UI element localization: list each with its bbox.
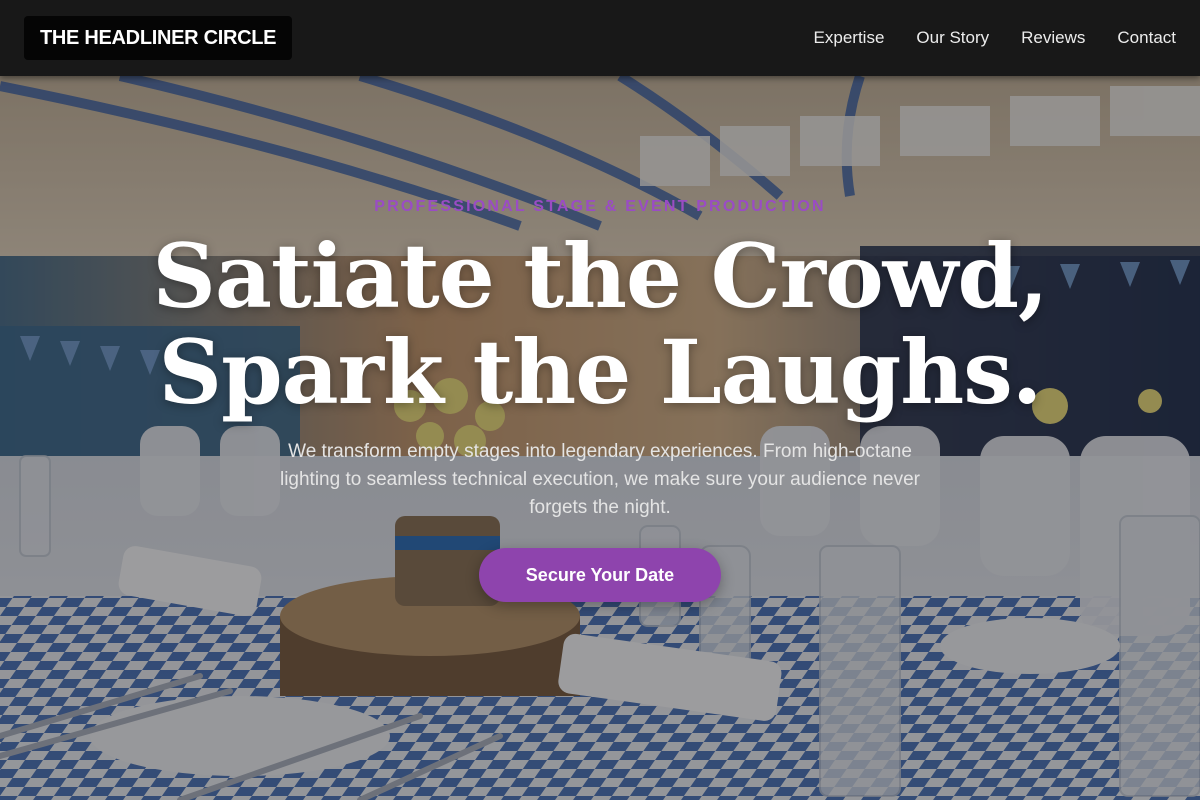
nav-link-contact[interactable]: Contact <box>1117 28 1176 48</box>
hero-headline-line-1: Satiate the Crowd, <box>152 224 1048 328</box>
hero-description: We transform empty stages into legendary… <box>279 441 921 518</box>
hero-headline-line-2: Spark the Laughs. <box>158 320 1043 424</box>
hero-eyebrow: PROFESSIONAL STAGE & EVENT PRODUCTION <box>374 198 826 215</box>
hero-content: PROFESSIONAL STAGE & EVENT PRODUCTION Sa… <box>0 76 1200 800</box>
hero-headline: Satiate the Crowd, Spark the Laughs. <box>152 224 1048 424</box>
nav-link-reviews[interactable]: Reviews <box>1021 28 1085 48</box>
nav-links: Expertise Our Story Reviews Contact <box>814 28 1176 48</box>
hero-section: PROFESSIONAL STAGE & EVENT PRODUCTION Sa… <box>0 76 1200 800</box>
secure-your-date-button[interactable]: Secure Your Date <box>479 548 721 602</box>
brand-logo[interactable]: THE HEADLINER CIRCLE <box>24 16 293 60</box>
nav-link-our-story[interactable]: Our Story <box>916 28 989 48</box>
top-navbar: THE HEADLINER CIRCLE Expertise Our Story… <box>0 0 1200 76</box>
nav-link-expertise[interactable]: Expertise <box>814 28 885 48</box>
